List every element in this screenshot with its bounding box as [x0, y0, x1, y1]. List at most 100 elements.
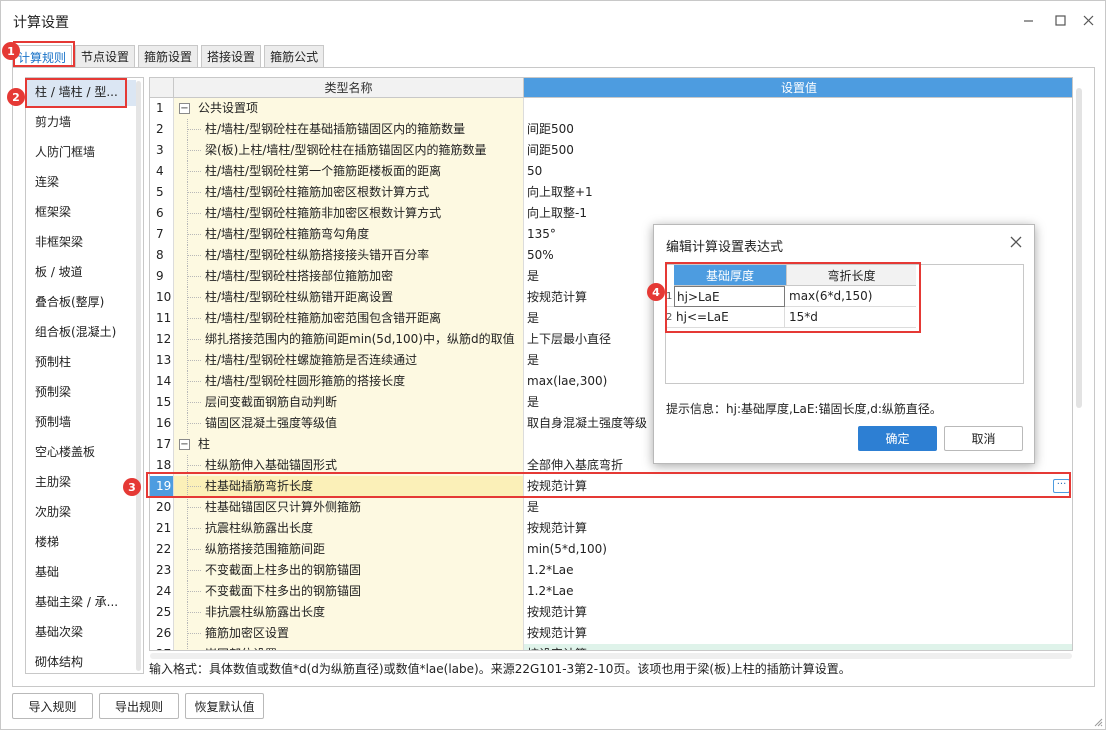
resize-grip-icon[interactable]	[1093, 717, 1103, 727]
row-value-cell[interactable]: min(5*d,100)	[524, 539, 1072, 560]
row-name-cell[interactable]: 柱/墙柱/型钢砼柱第一个箍筋距楼板面的距离	[174, 161, 524, 182]
dialog-cancel-button[interactable]: 取消	[944, 426, 1023, 451]
row-name-cell[interactable]: 柱/墙柱/型钢砼柱箍筋弯勾角度	[174, 224, 524, 245]
row-value-cell[interactable]: 1.2*Lae	[524, 560, 1072, 581]
table-row[interactable]: 2 柱/墙柱/型钢砼柱在基础插筋锚固区内的箍筋数量 间距500	[150, 119, 1072, 140]
maximize-button[interactable]	[1047, 9, 1073, 31]
sidebar-item[interactable]: 预制墙	[35, 413, 71, 430]
row-name-cell[interactable]: 锚固区混凝土强度等级值	[174, 413, 524, 434]
row-name-cell[interactable]: 柱/墙柱/型钢砼柱在基础插筋锚固区内的箍筋数量	[174, 119, 524, 140]
row-value-cell[interactable]: 向上取整-1	[524, 203, 1072, 224]
sidebar-item[interactable]: 非框架梁	[35, 233, 83, 250]
dialog-condition-cell[interactable]: hj>LaE	[674, 286, 785, 307]
row-name-cell[interactable]: 柱/墙柱/型钢砼柱箍筋非加密区根数计算方式	[174, 203, 524, 224]
sidebar-item[interactable]: 叠合板(整厚)	[35, 293, 104, 310]
row-name-cell[interactable]: 绑扎搭接范围内的箍筋间距min(5d,100)中，纵筋d的取值	[174, 329, 524, 350]
row-name-cell[interactable]: 梁(板)上柱/墙柱/型钢砼柱在插筋锚固区内的箍筋数量	[174, 140, 524, 161]
table-row[interactable]: 3 梁(板)上柱/墙柱/型钢砼柱在插筋锚固区内的箍筋数量 间距500	[150, 140, 1072, 161]
table-row[interactable]: 21 抗震柱纵筋露出长度 按规范计算	[150, 518, 1072, 539]
table-row[interactable]: 1− 公共设置项	[150, 98, 1072, 119]
sidebar-item[interactable]: 基础次梁	[35, 623, 83, 640]
row-value-cell[interactable]: 按规范计算	[524, 518, 1072, 539]
row-name-cell[interactable]: 不变截面下柱多出的钢筋锚固	[174, 581, 524, 602]
sidebar-item[interactable]: 预制柱	[35, 353, 71, 370]
row-name-cell[interactable]: 柱/墙柱/型钢砼柱箍筋加密区根数计算方式	[174, 182, 524, 203]
row-name-cell[interactable]: 柱/墙柱/型钢砼柱螺旋箍筋是否连续通过	[174, 350, 524, 371]
row-name-cell[interactable]: 嵌固部位设置	[174, 644, 524, 650]
sidebar-item[interactable]: 楼梯	[35, 533, 59, 550]
row-value-cell[interactable]: 按规范计算	[524, 623, 1072, 644]
table-row[interactable]: 19 柱基础插筋弯折长度 按规范计算 ···	[150, 476, 1072, 497]
minimize-button[interactable]	[1015, 9, 1041, 31]
table-row[interactable]: 6 柱/墙柱/型钢砼柱箍筋非加密区根数计算方式 向上取整-1	[150, 203, 1072, 224]
grid-vertical-scrollbar[interactable]	[1076, 88, 1082, 408]
collapse-icon[interactable]: −	[179, 439, 190, 450]
grid-header-value[interactable]: 设置值	[524, 78, 1072, 98]
sidebar-scrollbar[interactable]	[136, 81, 141, 671]
row-name-cell[interactable]: 柱/墙柱/型钢砼柱纵筋错开距离设置	[174, 287, 524, 308]
row-name-cell[interactable]: 柱/墙柱/型钢砼柱搭接部位箍筋加密	[174, 266, 524, 287]
dialog-condition-cell[interactable]: hj<=LaE	[674, 307, 785, 328]
row-name-cell[interactable]: 柱基础锚固区只计算外侧箍筋	[174, 497, 524, 518]
row-value-cell[interactable]: 间距500	[524, 140, 1072, 161]
dialog-ok-button[interactable]: 确定	[858, 426, 937, 451]
sidebar-item[interactable]: 框架梁	[35, 203, 71, 220]
row-name-cell[interactable]: 柱/墙柱/型钢砼柱纵筋搭接接头错开百分率	[174, 245, 524, 266]
table-row[interactable]: 27 嵌固部位设置按设定计算	[150, 644, 1072, 650]
dialog-expression-cell[interactable]: 15*d	[786, 307, 916, 328]
row-name-cell[interactable]: − 柱	[174, 434, 524, 455]
row-name-cell[interactable]: − 公共设置项	[174, 98, 524, 119]
close-button[interactable]	[1075, 9, 1101, 31]
sidebar-item[interactable]: 板 / 坡道	[35, 263, 83, 280]
table-row[interactable]: 24 不变截面下柱多出的钢筋锚固 1.2*Lae	[150, 581, 1072, 602]
tab-lap-settings[interactable]: 搭接设置	[201, 45, 262, 67]
sidebar-item[interactable]: 组合板(混凝土)	[35, 323, 116, 340]
table-row[interactable]: 4 柱/墙柱/型钢砼柱第一个箍筋距楼板面的距离 50	[150, 161, 1072, 182]
sidebar-item[interactable]: 主肋梁	[35, 473, 71, 490]
sidebar-item[interactable]: 砌体结构	[35, 653, 83, 670]
export-rules-button[interactable]: 导出规则	[99, 693, 179, 719]
dialog-header-bend-length[interactable]: 弯折长度	[786, 265, 916, 286]
row-value-cell[interactable]: 50	[524, 161, 1072, 182]
row-name-cell[interactable]: 柱/墙柱/型钢砼柱箍筋加密范围包含错开距离	[174, 308, 524, 329]
sidebar-item[interactable]: 预制梁	[35, 383, 71, 400]
row-name-cell[interactable]: 层间变截面钢筋自动判断	[174, 392, 524, 413]
table-row[interactable]: 25 非抗震柱纵筋露出长度 按规范计算	[150, 602, 1072, 623]
dialog-row[interactable]: 1 hj>LaE max(6*d,150)	[666, 286, 916, 307]
tab-calc-rules[interactable]: 计算规则	[12, 45, 73, 68]
dialog-expression-cell[interactable]: max(6*d,150)	[786, 286, 916, 307]
tab-stirrup-settings[interactable]: 箍筋设置	[138, 45, 199, 67]
restore-default-button[interactable]: 恢复默认值	[185, 693, 264, 719]
row-value-cell[interactable]: 按规范计算	[524, 602, 1072, 623]
edit-expression-button[interactable]: ···	[1053, 479, 1070, 493]
row-value-cell[interactable]: 按设定计算	[524, 644, 1072, 650]
dialog-row[interactable]: 2 hj<=LaE 15*d	[666, 307, 916, 328]
row-value-cell[interactable]: 是	[524, 497, 1072, 518]
table-row[interactable]: 22 纵筋搭接范围箍筋间距 min(5*d,100)	[150, 539, 1072, 560]
sidebar-item[interactable]: 人防门框墙	[35, 143, 95, 160]
sidebar-item[interactable]: 基础主梁 / 承...	[35, 593, 118, 610]
sidebar-item[interactable]: 柱 / 墙柱 / 型...	[35, 83, 118, 100]
table-row[interactable]: 23 不变截面上柱多出的钢筋锚固 1.2*Lae	[150, 560, 1072, 581]
table-row[interactable]: 5 柱/墙柱/型钢砼柱箍筋加密区根数计算方式 向上取整+1	[150, 182, 1072, 203]
tab-node-settings[interactable]: 节点设置	[75, 45, 136, 67]
grid-header-name[interactable]: 类型名称	[174, 78, 524, 98]
row-name-cell[interactable]: 抗震柱纵筋露出长度	[174, 518, 524, 539]
row-name-cell[interactable]: 箍筋加密区设置	[174, 623, 524, 644]
dialog-header-thickness[interactable]: 基础厚度	[674, 265, 786, 286]
row-name-cell[interactable]: 柱/墙柱/型钢砼柱圆形箍筋的搭接长度	[174, 371, 524, 392]
row-value-cell[interactable]: 按规范计算 ···	[524, 476, 1072, 497]
dialog-close-icon[interactable]	[1008, 234, 1024, 250]
sidebar-item[interactable]: 剪力墙	[35, 113, 71, 130]
import-rules-button[interactable]: 导入规则	[12, 693, 93, 719]
row-value-cell[interactable]	[524, 98, 1072, 119]
row-name-cell[interactable]: 非抗震柱纵筋露出长度	[174, 602, 524, 623]
row-name-cell[interactable]: 柱纵筋伸入基础锚固形式	[174, 455, 524, 476]
sidebar-item[interactable]: 连梁	[35, 173, 59, 190]
table-row[interactable]: 20 柱基础锚固区只计算外侧箍筋 是	[150, 497, 1072, 518]
row-value-cell[interactable]: 向上取整+1	[524, 182, 1072, 203]
row-value-cell[interactable]: 1.2*Lae	[524, 581, 1072, 602]
sidebar-item[interactable]: 基础	[35, 563, 59, 580]
row-name-cell[interactable]: 柱基础插筋弯折长度	[174, 476, 524, 497]
collapse-icon[interactable]: −	[179, 103, 190, 114]
